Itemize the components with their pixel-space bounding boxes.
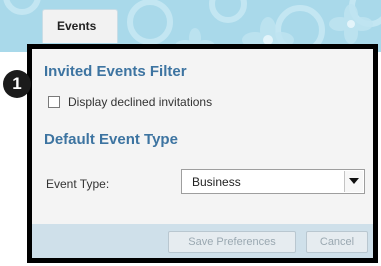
event-type-label: Event Type: [46,177,110,191]
chevron-down-icon [349,178,359,184]
save-preferences-button[interactable]: Save Preferences [168,231,296,253]
dropdown-button[interactable] [344,171,363,192]
step-number-badge: 1 [3,70,31,98]
display-declined-checkbox[interactable] [48,96,60,108]
invited-events-filter-title: Invited Events Filter [44,63,187,80]
footer-bar: Save Preferences Cancel [32,224,373,258]
tab-events-label: Events [57,19,97,33]
event-type-selected-value: Business [192,175,241,189]
display-declined-label[interactable]: Display declined invitations [68,95,212,109]
tab-events[interactable]: Events [42,9,118,43]
screenshot-stage: Events Invited Events Filter Display dec… [0,0,381,266]
cancel-button[interactable]: Cancel [306,231,368,253]
default-event-type-title: Default Event Type [44,131,178,148]
preferences-panel: Invited Events Filter Display declined i… [27,44,378,263]
event-type-select[interactable]: Business [181,169,365,194]
